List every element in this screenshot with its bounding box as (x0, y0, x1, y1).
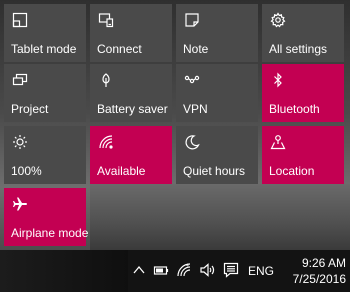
tile-tablet-mode[interactable]: Tablet mode (4, 4, 86, 62)
notifications-icon[interactable] (222, 261, 240, 279)
tile-label: Location (269, 164, 315, 178)
action-center: Tablet mode Connect Note All settings Pr… (0, 0, 350, 250)
taskbar: * ENG 9:26 AM 7/25/2016 (0, 250, 350, 292)
clock-time: 9:26 AM (301, 256, 346, 270)
tile-all-settings[interactable]: All settings (262, 4, 344, 62)
tile-connect[interactable]: Connect (90, 4, 172, 62)
tile-label: Available (97, 164, 146, 178)
chevron-up-icon[interactable] (130, 261, 148, 279)
tile-label: 100% (11, 164, 42, 178)
battery-saver-icon (98, 72, 114, 88)
tile-quiet-hours[interactable]: Quiet hours (176, 126, 258, 184)
gear-icon (270, 12, 286, 28)
project-icon (12, 72, 28, 88)
moon-icon (184, 134, 200, 150)
tile-label: VPN (183, 102, 208, 116)
svg-text:*: * (186, 263, 189, 270)
tile-note[interactable]: Note (176, 4, 258, 62)
tile-label: Quiet hours (183, 164, 246, 178)
tablet-mode-icon (12, 12, 28, 28)
bluetooth-icon (270, 72, 286, 88)
language-indicator[interactable]: ENG (248, 264, 274, 278)
location-icon (270, 134, 286, 150)
taskbar-apps-area (0, 250, 128, 292)
battery-icon[interactable] (152, 261, 170, 279)
tile-label: Battery saver (97, 102, 168, 116)
volume-icon[interactable] (198, 261, 216, 279)
wifi-icon (98, 134, 114, 150)
clock-date: 7/25/2016 (292, 272, 346, 286)
tile-label: Project (11, 102, 49, 116)
tile-location[interactable]: Location (262, 126, 344, 184)
tile-bluetooth[interactable]: Bluetooth (262, 64, 344, 122)
tile-project[interactable]: Project (4, 64, 86, 122)
tile-label: Note (183, 42, 209, 56)
tile-battery-saver[interactable]: Battery saver (90, 64, 172, 122)
tile-label: All settings (269, 42, 328, 56)
connect-icon (98, 12, 114, 28)
airplane-icon (12, 196, 28, 212)
tile-brightness[interactable]: 100% (4, 126, 86, 184)
action-center-background (90, 184, 350, 250)
tile-vpn[interactable]: VPN (176, 64, 258, 122)
clock[interactable]: 9:26 AM 7/25/2016 (282, 255, 346, 287)
tile-label: Airplane mode (11, 226, 89, 240)
brightness-icon (12, 134, 28, 150)
vpn-icon (184, 72, 200, 88)
wifi-icon[interactable]: * (175, 261, 193, 279)
tile-wifi[interactable]: Available (90, 126, 172, 184)
tile-label: Connect (97, 42, 142, 56)
note-icon (184, 12, 200, 28)
tile-label: Bluetooth (269, 102, 320, 116)
tile-label: Tablet mode (11, 42, 77, 56)
tile-airplane-mode[interactable]: Airplane mode (4, 188, 89, 246)
